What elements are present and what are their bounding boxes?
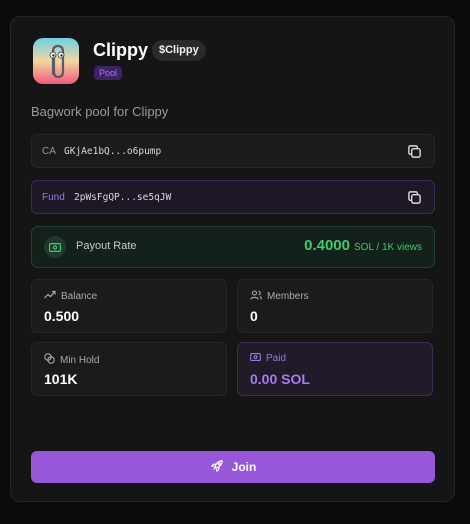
- paid-label: Paid: [266, 353, 287, 364]
- copy-icon[interactable]: [407, 190, 422, 205]
- members-value: 0: [250, 308, 258, 324]
- payout-rate-panel: Payout Rate 0.4000 SOL / 1K views: [31, 226, 435, 268]
- pool-type-badge: Pool: [94, 66, 123, 80]
- min-hold-stat: Min Hold 101K: [31, 342, 227, 396]
- payout-rate-value: 0.4000: [304, 237, 350, 254]
- members-stat: Members 0: [237, 279, 433, 333]
- fund-address-row: Fund 2pWsFgQP...se5qJW: [31, 180, 435, 214]
- fund-value: 2pWsFgQP...se5qJW: [74, 191, 172, 203]
- rocket-icon: [210, 459, 224, 476]
- min-hold-label: Min Hold: [60, 354, 100, 366]
- coins-icon: [44, 353, 55, 367]
- contract-address-row: CA GKjAe1bQ...o6pump: [31, 134, 435, 168]
- pool-description: Bagwork pool for Clippy: [31, 104, 169, 119]
- copy-icon[interactable]: [407, 144, 422, 159]
- join-label: Join: [231, 460, 257, 474]
- ca-label: CA: [42, 145, 56, 157]
- clippy-logo: [33, 38, 79, 84]
- trend-up-icon: [44, 290, 56, 302]
- ca-value: GKjAe1bQ...o6pump: [64, 145, 162, 157]
- fund-label: Fund: [42, 191, 65, 203]
- payout-rate-unit: SOL / 1K views: [354, 242, 422, 253]
- paid-value: 0.00 SOL: [250, 371, 310, 387]
- cash-icon: [44, 236, 66, 258]
- cash-icon: [250, 353, 261, 364]
- min-hold-value: 101K: [44, 371, 78, 387]
- payout-rate-label: Payout Rate: [76, 240, 137, 252]
- payout-rate-value-group: 0.4000 SOL / 1K views: [304, 237, 422, 254]
- balance-label: Balance: [61, 290, 98, 302]
- ticker-badge: $Clippy: [152, 40, 206, 61]
- balance-stat: Balance 0.500: [31, 279, 227, 333]
- join-button[interactable]: Join: [31, 451, 435, 483]
- pool-card: Clippy $Clippy Pool Bagwork pool for Cli…: [10, 16, 455, 502]
- balance-value: 0.500: [44, 308, 80, 324]
- users-icon: [250, 290, 262, 303]
- pool-title: Clippy: [93, 40, 149, 60]
- members-label: Members: [267, 291, 309, 302]
- paid-stat: Paid 0.00 SOL: [237, 342, 433, 396]
